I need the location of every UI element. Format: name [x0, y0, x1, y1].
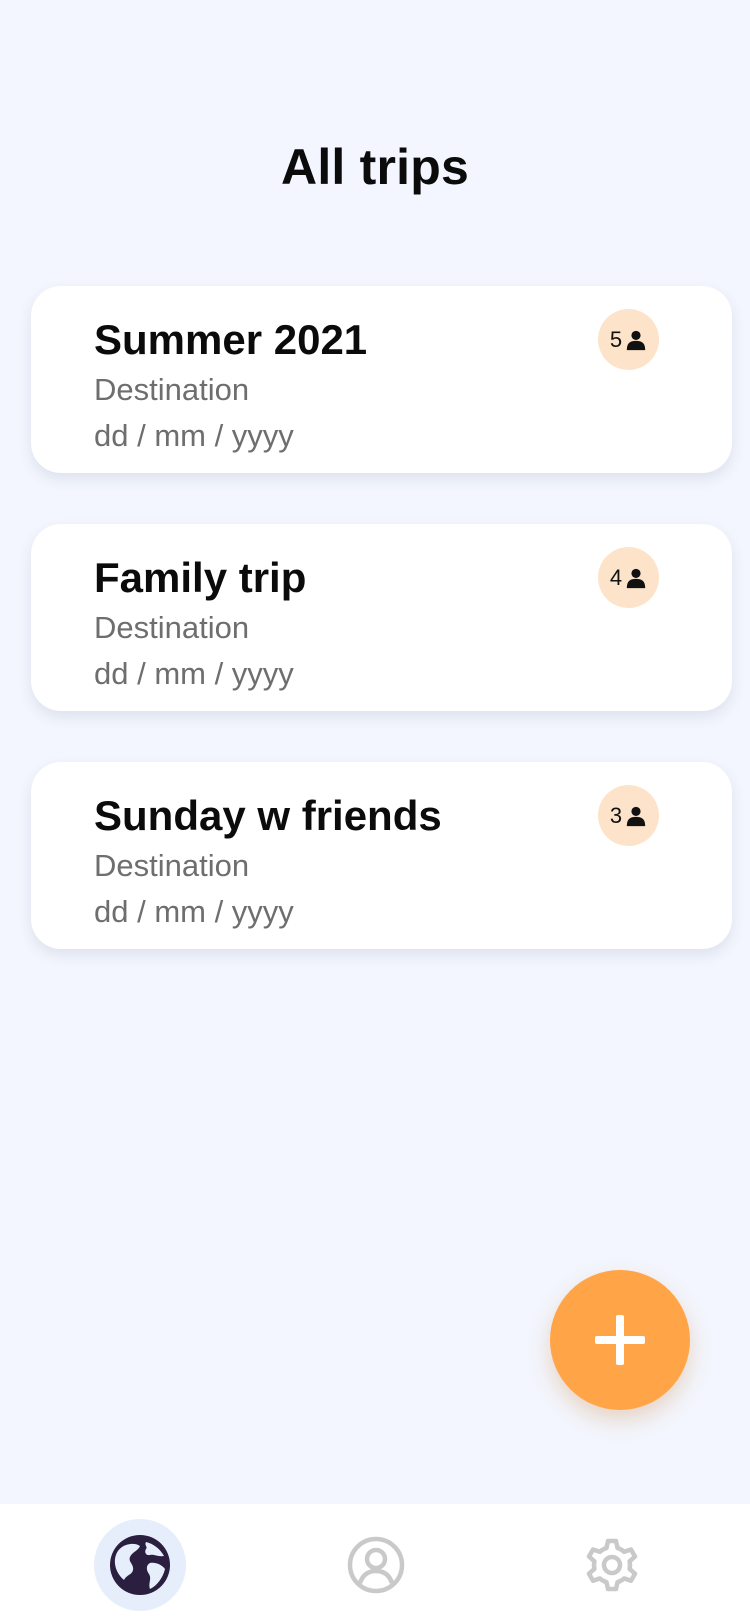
- trip-card[interactable]: Sunday w friends Destination dd / mm / y…: [31, 762, 732, 949]
- person-icon: [626, 568, 646, 588]
- trip-destination: Destination: [94, 610, 250, 645]
- trip-date: dd / mm / yyyy: [94, 656, 294, 691]
- nav-settings-tab[interactable]: [566, 1519, 658, 1611]
- person-icon: [626, 330, 646, 350]
- plus-icon: [595, 1315, 645, 1365]
- add-trip-button[interactable]: [550, 1270, 690, 1410]
- trip-date: dd / mm / yyyy: [94, 418, 294, 453]
- globe-icon: [110, 1535, 170, 1595]
- member-count: 4: [609, 564, 623, 590]
- trips-screen: All trips Summer 2021 Destination dd / m…: [0, 0, 750, 1624]
- member-count: 3: [609, 802, 623, 828]
- trip-card[interactable]: Family trip Destination dd / mm / yyyy 4: [31, 524, 732, 711]
- trip-name: Sunday w friends: [94, 792, 442, 839]
- person-icon: [626, 806, 646, 826]
- trip-destination: Destination: [94, 372, 250, 407]
- member-count: 5: [609, 326, 623, 352]
- member-count-badge: 5: [598, 309, 659, 370]
- page-title: All trips: [281, 139, 469, 195]
- gear-icon: [586, 1538, 638, 1592]
- trip-name: Summer 2021: [94, 316, 368, 363]
- bottom-navigation: [0, 1504, 750, 1624]
- trip-date: dd / mm / yyyy: [94, 894, 294, 929]
- trip-list: Summer 2021 Destination dd / mm / yyyy 5…: [31, 286, 732, 1000]
- trip-destination: Destination: [94, 848, 250, 883]
- nav-trips-tab[interactable]: [94, 1519, 186, 1611]
- user-circle-icon: [347, 1536, 405, 1594]
- member-count-badge: 4: [598, 547, 659, 608]
- nav-profile-tab[interactable]: [330, 1519, 422, 1611]
- member-count-badge: 3: [598, 785, 659, 846]
- trip-name: Family trip: [94, 554, 307, 601]
- trip-card[interactable]: Summer 2021 Destination dd / mm / yyyy 5: [31, 286, 732, 473]
